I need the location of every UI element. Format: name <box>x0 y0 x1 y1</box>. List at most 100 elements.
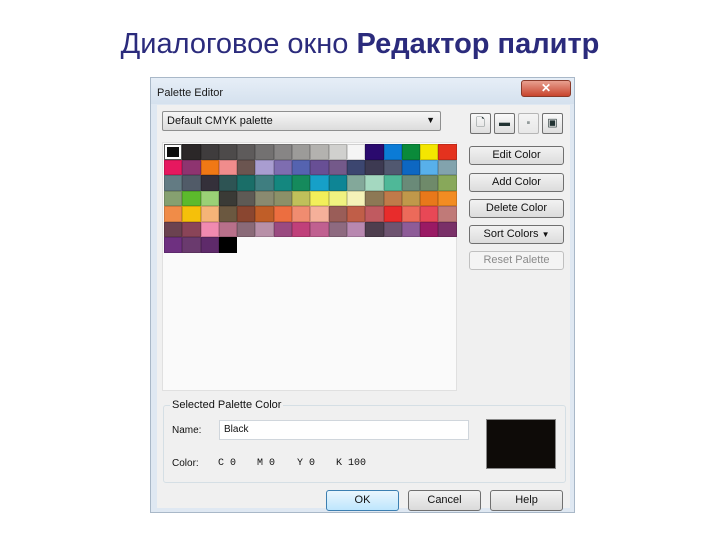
palette-swatch[interactable] <box>383 221 402 237</box>
palette-swatch[interactable] <box>365 175 384 191</box>
palette-swatch[interactable] <box>237 190 256 206</box>
palette-swatch[interactable] <box>255 206 274 222</box>
palette-swatch[interactable] <box>218 206 238 222</box>
add-color-button[interactable]: Add Color <box>469 173 564 192</box>
palette-swatch[interactable] <box>273 159 293 175</box>
palette-swatch[interactable] <box>310 221 329 237</box>
palette-swatch[interactable] <box>365 159 384 175</box>
palette-swatch[interactable] <box>200 175 219 191</box>
palette-swatch[interactable] <box>255 159 274 175</box>
palette-swatch[interactable] <box>328 221 347 237</box>
palette-swatch[interactable] <box>164 190 183 206</box>
palette-swatch[interactable] <box>182 144 201 160</box>
palette-swatch[interactable] <box>182 159 201 175</box>
palette-swatch[interactable] <box>218 159 238 175</box>
palette-swatch[interactable] <box>438 206 457 222</box>
palette-swatch[interactable] <box>164 206 183 222</box>
title-bar[interactable]: Palette Editor ✕ <box>151 78 574 104</box>
palette-swatch[interactable] <box>182 175 201 191</box>
palette-swatch[interactable] <box>310 144 329 160</box>
palette-swatch[interactable] <box>420 175 439 191</box>
palette-swatch[interactable] <box>255 221 274 237</box>
palette-swatch[interactable] <box>420 159 439 175</box>
palette-swatch[interactable] <box>346 190 366 206</box>
palette-swatch[interactable] <box>438 190 457 206</box>
palette-swatch[interactable] <box>401 175 421 191</box>
palette-swatch[interactable] <box>164 159 183 175</box>
palette-swatch[interactable] <box>310 159 329 175</box>
palette-swatch[interactable] <box>182 237 201 253</box>
delete-color-button[interactable]: Delete Color <box>469 199 564 218</box>
palette-swatch[interactable] <box>438 175 457 191</box>
palette-swatch[interactable] <box>218 237 238 253</box>
palette-swatch[interactable] <box>401 221 421 237</box>
palette-swatch[interactable] <box>383 144 402 160</box>
palette-swatch[interactable] <box>346 144 366 160</box>
palette-swatch[interactable] <box>310 206 329 222</box>
palette-select[interactable]: Default CMYK palette ▼ <box>162 111 441 131</box>
palette-swatch[interactable] <box>328 206 347 222</box>
palette-swatch[interactable] <box>200 206 219 222</box>
sort-colors-button[interactable]: Sort Colors ▼ <box>469 225 564 244</box>
palette-swatch[interactable] <box>164 175 183 191</box>
palette-swatch[interactable] <box>346 159 366 175</box>
palette-swatch[interactable] <box>273 144 293 160</box>
palette-swatch[interactable] <box>365 221 384 237</box>
palette-swatch[interactable] <box>237 144 256 160</box>
close-icon[interactable]: ✕ <box>521 80 571 97</box>
palette-swatch[interactable] <box>328 175 347 191</box>
palette-swatch[interactable] <box>255 144 274 160</box>
reset-palette-button[interactable]: Reset Palette <box>469 251 564 270</box>
palette-swatch[interactable] <box>292 175 311 191</box>
palette-swatch[interactable] <box>273 190 293 206</box>
palette-swatch[interactable] <box>401 190 421 206</box>
palette-swatch[interactable] <box>401 159 421 175</box>
palette-swatch[interactable] <box>200 144 219 160</box>
palette-swatch[interactable] <box>310 175 329 191</box>
palette-swatch[interactable] <box>292 206 311 222</box>
palette-swatch[interactable] <box>401 144 421 160</box>
palette-swatch[interactable] <box>200 237 219 253</box>
palette-swatch[interactable] <box>200 159 219 175</box>
palette-swatch[interactable] <box>420 144 439 160</box>
palette-swatch[interactable] <box>328 144 347 160</box>
palette-swatch[interactable] <box>383 159 402 175</box>
palette-swatch[interactable] <box>255 175 274 191</box>
palette-swatch[interactable] <box>346 175 366 191</box>
palette-swatch[interactable] <box>218 144 238 160</box>
palette-swatch[interactable] <box>438 144 457 160</box>
palette-swatch[interactable] <box>292 159 311 175</box>
palette-swatch[interactable] <box>365 144 384 160</box>
palette-swatch[interactable] <box>218 175 238 191</box>
palette-swatch[interactable] <box>237 221 256 237</box>
palette-swatch[interactable] <box>182 206 201 222</box>
save-as-palette-icon[interactable]: ▣ <box>542 113 563 134</box>
palette-swatch[interactable] <box>164 237 183 253</box>
palette-swatch[interactable] <box>164 144 183 160</box>
palette-swatch[interactable] <box>292 190 311 206</box>
cancel-button[interactable]: Cancel <box>408 490 481 511</box>
palette-swatch[interactable] <box>420 206 439 222</box>
palette-swatch[interactable] <box>292 221 311 237</box>
palette-swatch[interactable] <box>383 190 402 206</box>
palette-swatch[interactable] <box>200 190 219 206</box>
palette-swatch[interactable] <box>365 190 384 206</box>
palette-swatch[interactable] <box>237 159 256 175</box>
palette-swatch[interactable] <box>218 190 238 206</box>
palette-swatch[interactable] <box>273 206 293 222</box>
palette-swatch[interactable] <box>200 221 219 237</box>
palette-swatch[interactable] <box>420 190 439 206</box>
edit-color-button[interactable]: Edit Color <box>469 146 564 165</box>
new-palette-icon[interactable]: 🗋 <box>470 113 491 134</box>
palette-swatch[interactable] <box>401 206 421 222</box>
palette-swatch[interactable] <box>420 221 439 237</box>
palette-swatch[interactable] <box>255 190 274 206</box>
palette-swatch[interactable] <box>273 221 293 237</box>
palette-swatch[interactable] <box>346 221 366 237</box>
ok-button[interactable]: OK <box>326 490 399 511</box>
name-input[interactable]: Black <box>219 420 469 440</box>
palette-swatch[interactable] <box>310 190 329 206</box>
palette-swatch[interactable] <box>182 190 201 206</box>
palette-swatch[interactable] <box>438 221 457 237</box>
palette-swatch[interactable] <box>365 206 384 222</box>
